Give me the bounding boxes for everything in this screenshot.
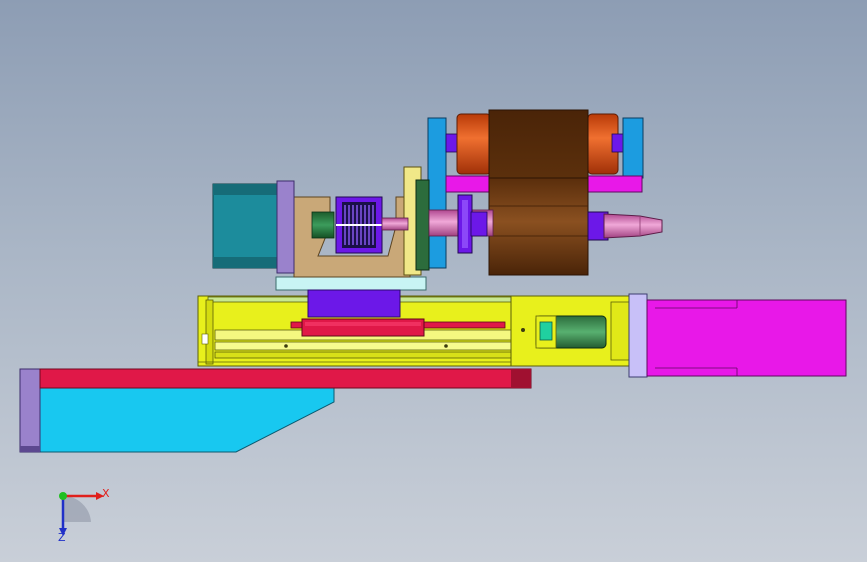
origin-marker (59, 492, 67, 500)
base-rail[interactable] (39, 368, 532, 389)
coordinate-triad: X Z (58, 487, 110, 544)
cad-viewport[interactable]: X Z (0, 0, 867, 562)
x-axis-label: X (102, 487, 110, 500)
z-axis-label: Z (58, 531, 66, 544)
servo-motor-right[interactable] (628, 293, 847, 378)
cad-assembly-drawing[interactable]: X Z (0, 0, 867, 562)
spindle-nose[interactable] (587, 211, 663, 241)
